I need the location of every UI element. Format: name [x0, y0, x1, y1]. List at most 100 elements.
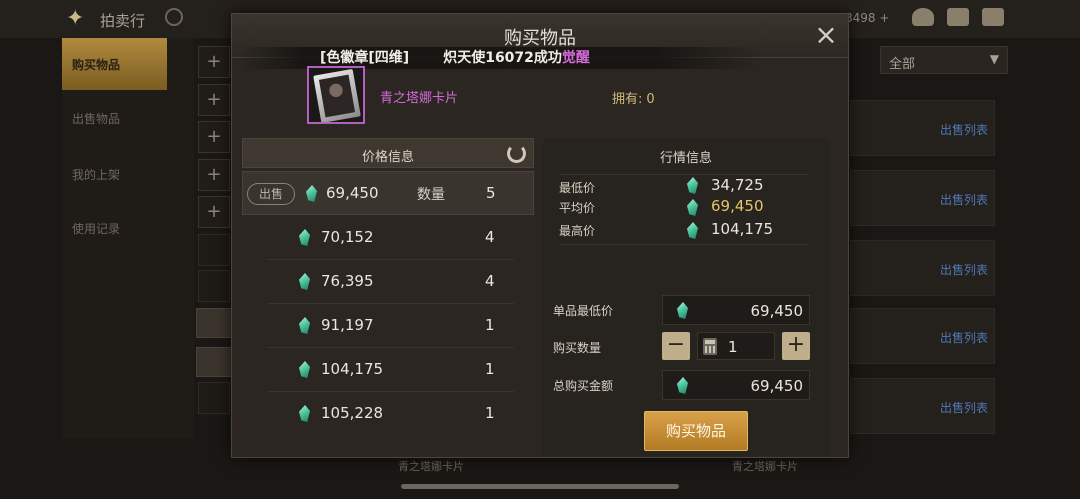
price-info-panel: 价格信息 出售 69,450 数量 5 70,152 4 76,395 4 91… — [242, 138, 534, 456]
filter-slot — [198, 234, 230, 266]
max-price-label: 最高价 — [559, 224, 596, 238]
price-info-header: 价格信息 — [242, 138, 534, 168]
sidebar-item-my-listings[interactable]: 我的上架 — [62, 148, 167, 200]
price-info-title: 价格信息 — [361, 150, 414, 165]
total-amount-field: 69,450 — [662, 370, 810, 400]
total-amount-label: 总购买金额 — [553, 379, 614, 393]
sell-list-link[interactable]: 出售列表 — [940, 121, 988, 138]
list-item[interactable]: 出售列表 — [850, 308, 995, 364]
unit-min-price-label: 单品最低价 — [553, 304, 614, 318]
quantity-value: 1 — [485, 316, 495, 334]
price-row[interactable]: 105,228 1 — [242, 392, 534, 436]
item-card-icon — [307, 66, 365, 124]
quantity-value: 5 — [486, 184, 496, 202]
decrease-quantity-button[interactable]: − — [662, 332, 690, 360]
quantity-value: 1 — [485, 360, 495, 378]
owned-label: 拥有: — [612, 92, 643, 107]
sell-list-link[interactable]: 出售列表 — [940, 261, 988, 278]
currency-readout: 8498 + — [845, 11, 890, 25]
sell-list-link[interactable]: 出售列表 — [940, 191, 988, 208]
gem-icon — [299, 317, 310, 334]
unit-min-price-field: 69,450 — [662, 295, 810, 325]
list-item[interactable]: 出售列表 — [850, 378, 995, 434]
purchase-quantity-label: 购买数量 — [553, 341, 602, 355]
increase-quantity-button[interactable]: + — [782, 332, 810, 360]
purchase-dialog: 购买物品 × [色徽章[四维] 炽天使16072成功觉醒 青之塔娜卡片 拥有: 0 … — [231, 13, 849, 458]
unit-min-price-value: 69,450 — [750, 302, 804, 320]
quantity-input-value: 1 — [728, 338, 738, 356]
chat-icon[interactable] — [982, 8, 1004, 26]
sidebar-item-history[interactable]: 使用记录 — [62, 202, 167, 254]
min-price-value: 34,725 — [711, 176, 764, 194]
quantity-input[interactable]: 1 — [697, 332, 775, 360]
plus-icon[interactable]: + — [198, 159, 230, 191]
min-price-label: 最低价 — [559, 181, 596, 195]
list-item[interactable]: 出售列表 — [850, 170, 995, 226]
buy-button[interactable]: 购买物品 — [644, 411, 748, 451]
price-row[interactable]: 104,175 1 — [242, 348, 534, 392]
plus-icon[interactable]: + — [198, 121, 230, 153]
list-item[interactable]: 出售列表 — [850, 100, 995, 156]
list-item[interactable]: 出售列表 — [850, 240, 995, 296]
close-icon[interactable]: × — [814, 21, 838, 49]
avg-price-value: 69,450 — [711, 197, 764, 215]
price-value: 70,152 — [321, 228, 374, 246]
filter-button[interactable] — [196, 347, 232, 377]
price-row[interactable]: 70,152 4 — [242, 216, 534, 260]
quantity-value: 1 — [485, 404, 495, 422]
price-row[interactable]: 91,197 1 — [242, 304, 534, 348]
sell-list-link[interactable]: 出售列表 — [940, 399, 988, 416]
bag-icon[interactable] — [912, 8, 934, 26]
price-value: 104,175 — [321, 360, 384, 378]
chevron-down-icon: ▼ — [989, 52, 999, 66]
broadcast-text: 炽天使16072成功 — [443, 50, 562, 66]
total-amount-value: 69,450 — [750, 377, 804, 395]
avg-price-label: 平均价 — [559, 201, 596, 215]
minus-button[interactable] — [196, 308, 232, 338]
item-name: 青之塔娜卡片 — [380, 91, 459, 106]
gem-icon — [299, 405, 310, 422]
category-dropdown[interactable]: 全部 ▼ — [880, 46, 1008, 74]
gem-icon — [687, 177, 698, 194]
sell-list-link[interactable]: 出售列表 — [940, 329, 988, 346]
bottom-item-label: 青之塔娜卡片 — [732, 460, 798, 473]
auction-house-title: 拍卖行 — [100, 12, 146, 30]
broadcast-highlight: 觉醒 — [561, 50, 590, 66]
market-info-panel: 行情信息 最低价 34,725 平均价 69,450 最高价 104,175 单… — [543, 138, 829, 456]
price-value: 105,228 — [321, 404, 384, 422]
dropdown-label: 全部 — [889, 57, 916, 72]
price-value: 91,197 — [321, 316, 374, 334]
refresh-icon[interactable] — [507, 144, 526, 163]
price-value: 69,450 — [326, 184, 379, 202]
plus-icon[interactable]: + — [198, 196, 230, 228]
price-value: 76,395 — [321, 272, 374, 290]
gem-icon — [306, 185, 317, 202]
back-arrow-icon[interactable]: ✦ — [66, 6, 84, 31]
gem-icon — [299, 273, 310, 290]
plus-icon[interactable]: + — [198, 84, 230, 116]
bottom-item-label: 青之塔娜卡片 — [398, 460, 464, 473]
price-row[interactable]: 出售 69,450 数量 5 — [242, 171, 534, 215]
gem-icon — [299, 229, 310, 246]
mail-icon[interactable] — [947, 8, 969, 26]
filter-slot — [198, 382, 230, 414]
owned-value: 0 — [646, 92, 655, 107]
gem-icon — [677, 302, 688, 319]
quantity-label: 数量 — [417, 187, 445, 203]
eye-icon[interactable] — [165, 8, 183, 26]
calculator-icon[interactable] — [703, 338, 717, 355]
gem-icon — [677, 377, 688, 394]
max-price-value: 104,175 — [711, 220, 774, 238]
gem-icon — [687, 222, 698, 239]
quantity-value: 4 — [485, 228, 495, 246]
home-indicator[interactable] — [401, 484, 679, 489]
price-row[interactable]: 76,395 4 — [242, 260, 534, 304]
sidebar-item-sell[interactable]: 出售物品 — [62, 92, 167, 144]
gem-icon — [299, 361, 310, 378]
plus-icon[interactable]: + — [198, 46, 230, 78]
sell-tag: 出售 — [247, 183, 295, 205]
filter-slot — [198, 270, 230, 302]
gem-icon — [687, 199, 698, 216]
quantity-value: 4 — [485, 272, 495, 290]
sidebar-item-buy[interactable]: 购买物品 — [62, 38, 167, 90]
